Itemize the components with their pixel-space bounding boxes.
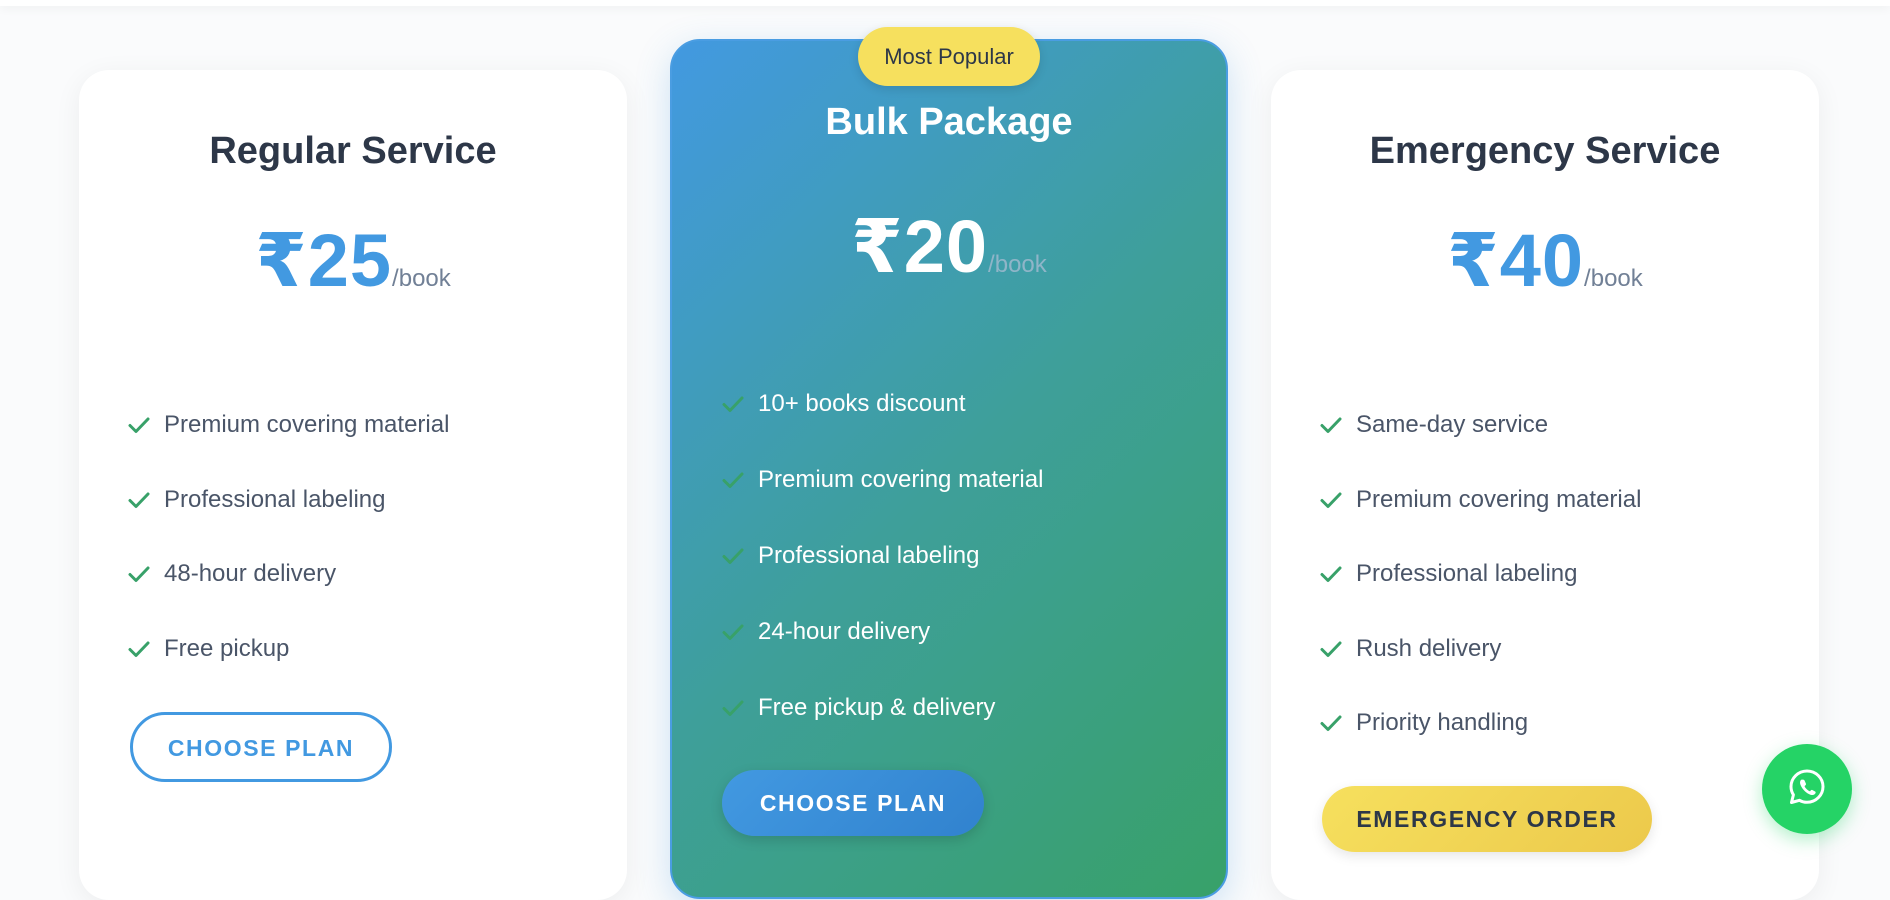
feature-label: Rush delivery xyxy=(1356,634,1502,662)
check-icon xyxy=(127,413,151,437)
choose-plan-button[interactable]: CHOOSE PLAN xyxy=(722,770,984,836)
check-icon xyxy=(721,544,745,568)
plan-title: Regular Service xyxy=(209,130,497,172)
feature-item: Free pickup xyxy=(127,612,607,687)
whatsapp-icon xyxy=(1786,766,1828,813)
price-unit: /book xyxy=(392,265,451,292)
feature-list: Same-day service Premium covering materi… xyxy=(1319,388,1799,761)
feature-label: Professional labeling xyxy=(164,485,386,513)
feature-label: Premium covering material xyxy=(758,466,1044,493)
check-icon xyxy=(127,637,151,661)
feature-item: 10+ books discount xyxy=(721,366,1206,442)
check-icon xyxy=(721,620,745,644)
feature-label: Priority handling xyxy=(1356,709,1529,737)
top-header-strip xyxy=(0,0,1890,6)
feature-item: Premium covering material xyxy=(127,388,607,463)
whatsapp-chat-button[interactable] xyxy=(1762,744,1852,834)
feature-label: 48-hour delivery xyxy=(164,560,337,588)
feature-label: Free pickup xyxy=(164,634,290,662)
feature-label: Same-day service xyxy=(1356,411,1549,439)
feature-label: Premium covering material xyxy=(164,411,450,439)
price-unit: /book xyxy=(1584,265,1643,292)
price-amount: ₹20 xyxy=(851,205,989,288)
feature-label: Free pickup & delivery xyxy=(758,694,996,721)
feature-item: 48-hour delivery xyxy=(127,537,607,612)
feature-label: 24-hour delivery xyxy=(758,618,931,645)
most-popular-badge: Most Popular xyxy=(858,27,1040,86)
price-amount: ₹40 xyxy=(1447,219,1585,302)
feature-label: 10+ books discount xyxy=(758,390,966,417)
check-icon xyxy=(1319,711,1343,735)
feature-item: Priority handling xyxy=(1319,686,1799,761)
pricing-card-bulk: Bulk Package ₹20/book 10+ books discount… xyxy=(670,39,1228,899)
plan-price: ₹40/book xyxy=(1271,218,1819,304)
plan-title: Bulk Package xyxy=(825,101,1073,143)
feature-label: Premium covering material xyxy=(1356,485,1642,513)
price-amount: ₹25 xyxy=(255,219,393,302)
feature-label: Professional labeling xyxy=(758,542,980,569)
check-icon xyxy=(1319,637,1343,661)
feature-item: Premium covering material xyxy=(1319,463,1799,538)
feature-item: Rush delivery xyxy=(1319,612,1799,687)
feature-label: Professional labeling xyxy=(1356,560,1578,588)
pricing-card-emergency: Emergency Service ₹40/book Same-day serv… xyxy=(1271,70,1819,900)
check-icon xyxy=(1319,488,1343,512)
plan-price: ₹20/book xyxy=(672,204,1226,290)
check-icon xyxy=(127,562,151,586)
plan-title: Emergency Service xyxy=(1369,130,1721,172)
feature-item: 24-hour delivery xyxy=(721,594,1206,670)
feature-item: Professional labeling xyxy=(1319,537,1799,612)
pricing-card-regular: Regular Service ₹25/book Premium coverin… xyxy=(79,70,627,900)
check-icon xyxy=(1319,413,1343,437)
choose-plan-button[interactable]: CHOOSE PLAN xyxy=(130,712,392,782)
feature-list: 10+ books discount Premium covering mate… xyxy=(721,366,1206,746)
feature-item: Premium covering material xyxy=(721,442,1206,518)
check-icon xyxy=(721,696,745,720)
feature-item: Same-day service xyxy=(1319,388,1799,463)
feature-item: Free pickup & delivery xyxy=(721,670,1206,746)
price-unit: /book xyxy=(988,251,1047,278)
feature-item: Professional labeling xyxy=(127,463,607,538)
check-icon xyxy=(721,392,745,416)
plan-price: ₹25/book xyxy=(79,218,627,304)
feature-item: Professional labeling xyxy=(721,518,1206,594)
check-icon xyxy=(1319,562,1343,586)
feature-list: Premium covering material Professional l… xyxy=(127,388,607,686)
emergency-order-button[interactable]: EMERGENCY ORDER xyxy=(1322,786,1652,852)
check-icon xyxy=(127,488,151,512)
check-icon xyxy=(721,468,745,492)
